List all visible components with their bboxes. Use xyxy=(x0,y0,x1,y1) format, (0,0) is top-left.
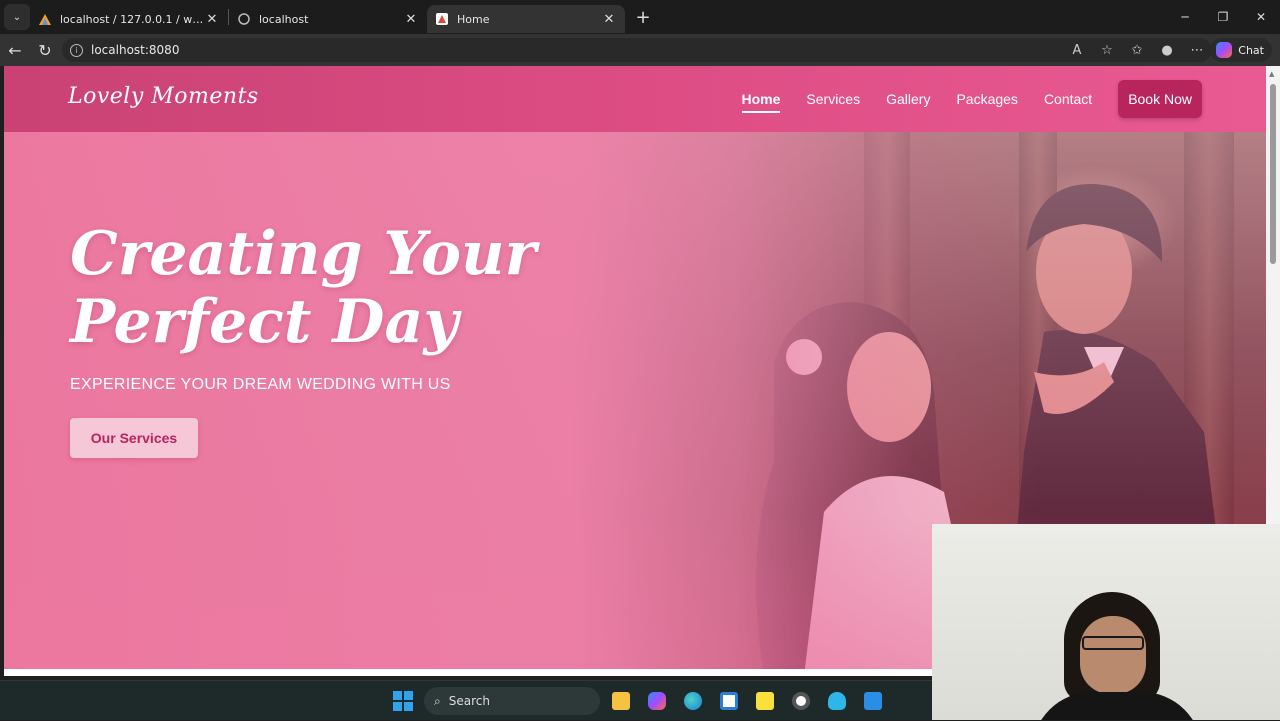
nav-home[interactable]: Home xyxy=(741,91,780,113)
browser-toolbar: ← ↻ i localhost:8080 A ☆ ✩ ● ⋯ xyxy=(0,34,1280,66)
book-now-button[interactable]: Book Now xyxy=(1118,80,1202,118)
address-bar[interactable]: i localhost:8080 A ☆ ✩ ● ⋯ xyxy=(62,38,1212,62)
favorites-icon[interactable]: ✩ xyxy=(1122,43,1152,58)
page-icon xyxy=(238,13,250,25)
scroll-up-icon[interactable]: ▲ xyxy=(1269,70,1274,78)
window-controls: ─ ❐ ✕ xyxy=(1166,0,1280,34)
tab-localhost[interactable]: localhost ✕ xyxy=(229,5,427,33)
favorite-star-icon[interactable]: ☆ xyxy=(1092,43,1122,58)
edge-icon[interactable] xyxy=(678,686,708,716)
file-explorer-icon[interactable] xyxy=(606,686,636,716)
tab-title: localhost xyxy=(259,12,309,26)
store-icon[interactable] xyxy=(714,686,744,716)
tab-home[interactable]: Home ✕ xyxy=(427,5,625,33)
windows-start-icon[interactable] xyxy=(388,686,418,716)
url-text: localhost:8080 xyxy=(91,43,180,57)
search-label: Search xyxy=(448,694,490,708)
nav-gallery[interactable]: Gallery xyxy=(886,91,930,107)
hero-subtitle: EXPERIENCE YOUR DREAM WEDDING WITH US xyxy=(70,376,451,393)
sticky-notes-icon[interactable] xyxy=(750,686,780,716)
close-tab-icon[interactable]: ✕ xyxy=(403,12,419,27)
copilot-chat-button[interactable]: Chat xyxy=(1210,38,1272,62)
tab-actions-menu-button[interactable]: ⌄ xyxy=(4,4,30,30)
site-favicon-icon xyxy=(436,13,448,25)
read-aloud-icon[interactable]: A xyxy=(1062,43,1092,58)
browser-tab-bar: ⌄ localhost / 127.0.0.1 / wedding_or ✕ l… xyxy=(0,0,1280,34)
chat-label: Chat xyxy=(1238,43,1264,57)
scrollbar-thumb[interactable] xyxy=(1270,84,1276,264)
nav-contact[interactable]: Contact xyxy=(1044,91,1092,107)
site-info-icon[interactable]: i xyxy=(70,43,83,57)
copilot-icon[interactable] xyxy=(642,686,672,716)
main-nav: Home Services Gallery Packages Contact B… xyxy=(716,80,1202,118)
search-icon: ⌕ xyxy=(434,693,441,708)
new-tab-button[interactable]: + xyxy=(629,7,657,28)
profile-avatar-icon[interactable]: ● xyxy=(1152,43,1182,58)
minimize-icon[interactable]: ─ xyxy=(1166,0,1204,34)
vscode-icon[interactable] xyxy=(858,686,888,716)
nav-packages[interactable]: Packages xyxy=(956,91,1017,107)
tab-title: Home xyxy=(457,12,490,26)
nav-services[interactable]: Services xyxy=(806,91,860,107)
copilot-icon xyxy=(1216,42,1233,58)
webcam-overlay xyxy=(932,524,1280,720)
site-logo[interactable]: Lovely Moments xyxy=(68,84,259,109)
more-options-icon[interactable]: ⋯ xyxy=(1182,43,1212,58)
tab-title: localhost / 127.0.0.1 / wedding_or xyxy=(60,12,204,26)
hero-title: Creating Your Perfect Day xyxy=(70,219,537,357)
close-tab-icon[interactable]: ✕ xyxy=(601,12,617,27)
site-header: Lovely Moments Home Services Gallery Pac… xyxy=(4,66,1266,132)
address-bar-actions: A ☆ ✩ ● ⋯ xyxy=(1062,38,1212,62)
close-tab-icon[interactable]: ✕ xyxy=(204,12,220,27)
back-icon[interactable]: ← xyxy=(0,35,30,65)
app-icon[interactable] xyxy=(822,686,852,716)
chrome-icon[interactable] xyxy=(786,686,816,716)
tab-phpmyadmin[interactable]: localhost / 127.0.0.1 / wedding_or ✕ xyxy=(30,5,228,33)
phpmyadmin-icon xyxy=(39,14,51,25)
maximize-icon[interactable]: ❐ xyxy=(1204,0,1242,34)
close-window-icon[interactable]: ✕ xyxy=(1242,0,1280,34)
taskbar-icons: ⌕ Search xyxy=(388,681,888,721)
our-services-button[interactable]: Our Services xyxy=(70,418,198,458)
reload-icon[interactable]: ↻ xyxy=(30,35,60,65)
taskbar-search[interactable]: ⌕ Search xyxy=(424,687,600,715)
